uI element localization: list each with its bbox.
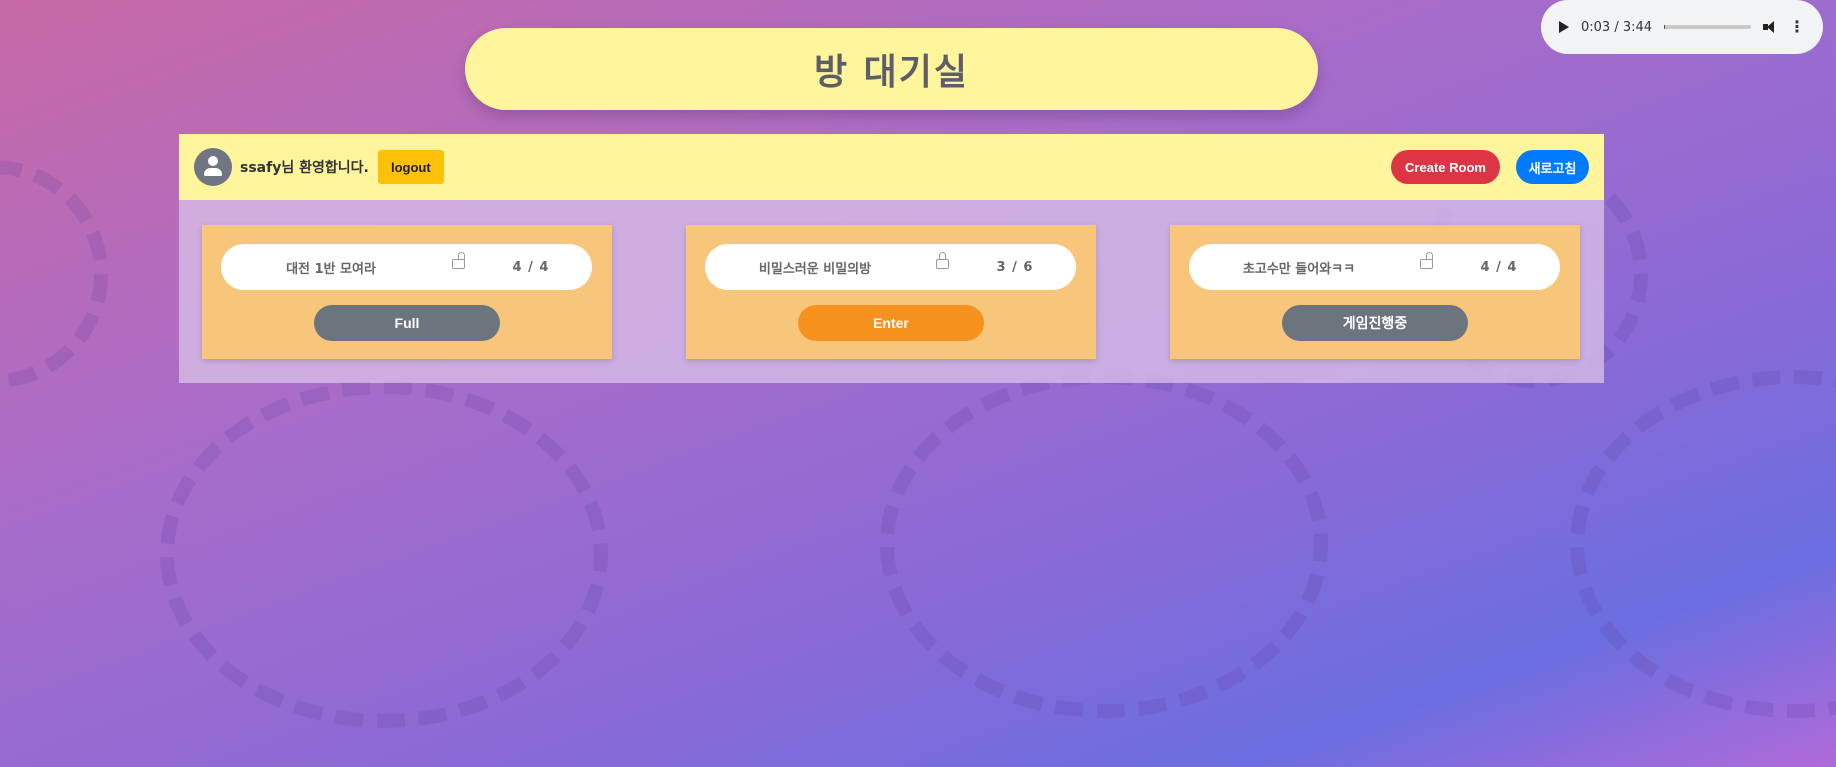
- user-bar: ssafy님 환영합니다. logout Create Room 새로고침: [179, 134, 1604, 200]
- background-pattern: [0, 0, 1836, 767]
- lobby-panel: ssafy님 환영합니다. logout Create Room 새로고침 대전…: [179, 134, 1604, 383]
- room-player-count: 3 / 6: [996, 259, 1034, 275]
- audio-time: 0:03 / 3:44: [1581, 19, 1653, 35]
- page-title: 방 대기실: [813, 52, 969, 93]
- play-icon[interactable]: [1559, 21, 1569, 33]
- avatar: [194, 148, 232, 186]
- room-info: 초고수만 들어와ㅋㅋ 4 / 4: [1189, 244, 1560, 290]
- room-action-button[interactable]: 게임진행중: [1282, 305, 1468, 341]
- audio-progress-bar[interactable]: [1664, 25, 1751, 29]
- more-options-icon[interactable]: ⋮: [1789, 19, 1805, 35]
- welcome-text: ssafy님 환영합니다.: [240, 160, 369, 176]
- refresh-button[interactable]: 새로고침: [1516, 150, 1589, 184]
- audio-player[interactable]: 0:03 / 3:44 ⋮: [1541, 0, 1823, 54]
- room-card: 비밀스러운 비밀의방 3 / 6 Enter: [686, 225, 1096, 359]
- room-name: 대전 1반 모여라: [286, 261, 376, 277]
- lock-icon: [452, 252, 465, 269]
- volume-icon[interactable]: [1763, 20, 1777, 34]
- page-header: 방 대기실: [465, 28, 1318, 110]
- lock-icon: [936, 252, 949, 269]
- room-player-count: 4 / 4: [512, 259, 550, 275]
- room-action-button[interactable]: Enter: [798, 305, 984, 341]
- room-info: 비밀스러운 비밀의방 3 / 6: [705, 244, 1076, 290]
- create-room-button[interactable]: Create Room: [1391, 150, 1500, 184]
- room-name: 비밀스러운 비밀의방: [758, 261, 872, 277]
- room-action-button[interactable]: Full: [314, 305, 500, 341]
- lock-icon: [1420, 252, 1433, 269]
- room-card: 대전 1반 모여라 4 / 4 Full: [202, 225, 612, 359]
- room-player-count: 4 / 4: [1480, 259, 1518, 275]
- room-name: 초고수만 들어와ㅋㅋ: [1242, 261, 1356, 277]
- audio-progress-fill: [1664, 25, 1666, 29]
- room-info: 대전 1반 모여라 4 / 4: [221, 244, 592, 290]
- room-card: 초고수만 들어와ㅋㅋ 4 / 4 게임진행중: [1170, 225, 1580, 359]
- logout-button[interactable]: logout: [377, 150, 444, 184]
